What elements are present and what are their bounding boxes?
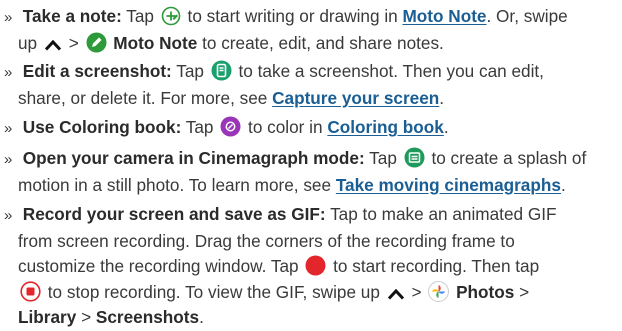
list-item-edit-screenshot: » Edit a screenshot: Tap to take a scree…: [4, 60, 544, 108]
screenshot-icon: [211, 60, 232, 81]
moto-note-link[interactable]: Moto Note: [402, 6, 486, 26]
item-title: Record your screen and save as GIF:: [22, 204, 326, 224]
item-title: Edit a screenshot:: [22, 61, 172, 81]
bullet-marker: »: [4, 120, 13, 137]
bullet-marker: »: [4, 207, 13, 224]
list-item-record-gif: » Record your screen and save as GIF: Ta…: [4, 204, 557, 327]
record-icon: [305, 255, 326, 276]
take-moving-cinemagraphs-link[interactable]: Take moving cinemagraphs: [336, 175, 561, 195]
capture-your-screen-link[interactable]: Capture your screen: [272, 88, 439, 108]
cinemagraph-icon: [404, 147, 425, 168]
list-item-take-note: » Take a note: Tap to start writing or d…: [4, 6, 568, 53]
moto-note-app-icon: [86, 32, 107, 53]
chevron-up-icon: [44, 37, 62, 53]
item-title: Take a note:: [22, 6, 122, 26]
chevron-up-icon: [387, 286, 405, 302]
photos-app-icon: [428, 280, 450, 302]
note-add-icon: [161, 6, 181, 26]
item-title: Open your camera in Cinemagraph mode:: [22, 148, 365, 168]
list-item-cinemagraph: » Open your camera in Cinemagraph mode: …: [4, 147, 587, 195]
list-item-coloring-book: » Use Coloring book: Tap to color in Col…: [0, 115, 622, 142]
stop-icon: [20, 280, 41, 302]
coloring-book-icon: [220, 116, 241, 137]
bullet-marker: »: [4, 151, 13, 168]
item-title: Use Coloring book:: [22, 117, 182, 137]
bullet-marker: »: [4, 9, 13, 26]
document: » Take a note: Tap to start writing or d…: [0, 0, 622, 327]
bullet-marker: »: [4, 64, 13, 81]
coloring-book-link[interactable]: Coloring book: [327, 117, 443, 137]
